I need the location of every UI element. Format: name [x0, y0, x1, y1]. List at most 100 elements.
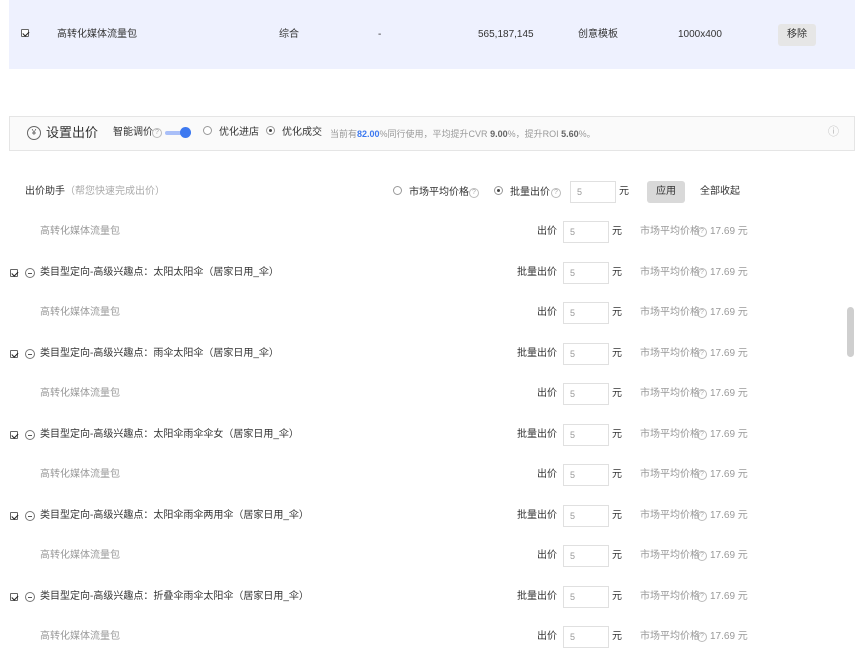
bid-input[interactable]: 5: [563, 302, 609, 324]
row-checkbox[interactable]: [10, 431, 18, 439]
panel-title: 设置出价: [46, 125, 99, 140]
media-name: 高转化媒体流量包: [40, 469, 120, 480]
targeting-name: 类目型定向-高级兴趣点：折叠伞雨伞太阳伞（居家日用_伞）: [40, 591, 309, 602]
row-checkbox[interactable]: [10, 512, 18, 520]
row-checkbox[interactable]: [10, 269, 18, 277]
help-icon[interactable]: ?: [697, 349, 707, 359]
row-dash: -: [378, 29, 382, 40]
toggle-knob[interactable]: [180, 127, 191, 138]
market-price-label: 市场平均价格: [640, 348, 700, 359]
market-price-label: 市场平均价格: [640, 631, 700, 642]
bid-input[interactable]: 5: [563, 424, 609, 446]
bid-input[interactable]: 5: [563, 545, 609, 567]
unit-label: 元: [612, 267, 622, 278]
market-price-value: 17.69 元: [710, 550, 748, 561]
bid-input[interactable]: 5: [563, 343, 609, 365]
targeting-name: 类目型定向-高级兴趣点：太阳太阳伞（居家日用_伞）: [40, 267, 279, 278]
market-price-label: 市场平均价格: [640, 429, 700, 440]
bid-label: 批量出价: [517, 429, 557, 440]
remove-button[interactable]: 移除: [778, 24, 816, 46]
media-name: 高转化媒体流量包: [40, 388, 120, 399]
optimize-deal-label: 优化成交: [282, 127, 322, 138]
help-icon[interactable]: ?: [697, 430, 707, 440]
bid-settings-panel: ¥ 设置出价 智能调价 ? 优化进店 优化成交 当前有82.00%同行使用，平均…: [9, 116, 855, 151]
help-icon[interactable]: ?: [697, 470, 707, 480]
help-icon[interactable]: ?: [697, 551, 707, 561]
bid-input[interactable]: 5: [563, 221, 609, 243]
market-price-label: 市场平均价格: [640, 550, 700, 561]
assistant-label: 出价助手（帮您快速完成出价）: [25, 186, 165, 197]
row-category: 综合: [279, 29, 299, 40]
help-icon[interactable]: ?: [551, 188, 561, 198]
collapse-icon[interactable]: [25, 268, 35, 278]
market-price-label: 市场平均价格: [640, 591, 700, 602]
unit-label: 元: [612, 307, 622, 318]
bid-input[interactable]: 5: [563, 383, 609, 405]
radio-optimize-deal[interactable]: [266, 126, 275, 135]
targeting-name: 类目型定向-高级兴趣点：太阳伞雨伞伞女（居家日用_伞）: [40, 429, 299, 440]
bid-input[interactable]: 5: [563, 505, 609, 527]
collapse-icon[interactable]: [25, 349, 35, 359]
help-icon[interactable]: ?: [697, 308, 707, 318]
assistant-bid-input[interactable]: 5: [570, 181, 616, 203]
market-price-value: 17.69 元: [710, 388, 748, 399]
bid-label: 出价: [537, 469, 557, 480]
help-icon[interactable]: ?: [697, 511, 707, 521]
unit-label: 元: [612, 469, 622, 480]
row-checkbox[interactable]: [10, 593, 18, 601]
unit-label: 元: [619, 186, 629, 197]
help-icon[interactable]: ?: [697, 227, 707, 237]
targeting-name: 类目型定向-高级兴趣点：雨伞太阳伞（居家日用_伞）: [40, 348, 279, 359]
market-price-label: 市场平均价格: [640, 510, 700, 521]
bid-label: 出价: [537, 388, 557, 399]
selected-row: 高转化媒体流量包 综合 - 565,187,145 创意模板 1000x400 …: [9, 0, 855, 69]
collapse-icon[interactable]: [25, 430, 35, 440]
bid-input[interactable]: 5: [563, 626, 609, 648]
market-price-value: 17.69 元: [710, 267, 748, 278]
row-checkbox[interactable]: [21, 29, 29, 37]
media-name: 高转化媒体流量包: [40, 631, 120, 642]
bid-input[interactable]: 5: [563, 464, 609, 486]
row-checkbox[interactable]: [10, 350, 18, 358]
radio-optimize-enter[interactable]: [203, 126, 212, 135]
help-icon[interactable]: ?: [697, 389, 707, 399]
apply-button[interactable]: 应用: [647, 181, 685, 203]
row-number: 565,187,145: [478, 29, 534, 40]
bid-input[interactable]: 5: [563, 262, 609, 284]
market-price-value: 17.69 元: [710, 226, 748, 237]
help-icon[interactable]: ?: [697, 592, 707, 602]
collapse-icon[interactable]: [25, 511, 35, 521]
help-icon[interactable]: ?: [697, 268, 707, 278]
help-icon[interactable]: ?: [152, 128, 162, 138]
collapse-all-link[interactable]: 全部收起: [700, 185, 740, 199]
market-price-value: 17.69 元: [710, 469, 748, 480]
collapse-icon[interactable]: [25, 592, 35, 602]
info-icon[interactable]: ⓘ: [828, 125, 839, 139]
bid-label: 出价: [537, 631, 557, 642]
help-icon[interactable]: ?: [469, 188, 479, 198]
targeting-name: 类目型定向-高级兴趣点：太阳伞雨伞两用伞（居家日用_伞）: [40, 510, 309, 521]
yuan-icon: ¥: [27, 126, 41, 140]
media-name: 高转化媒体流量包: [40, 307, 120, 318]
market-price-value: 17.69 元: [710, 429, 748, 440]
radio-batch-bid[interactable]: [494, 186, 503, 195]
unit-label: 元: [612, 631, 622, 642]
bid-label: 批量出价: [517, 591, 557, 602]
summary-text: 当前有82.00%同行使用，平均提升CVR 9.00%，提升ROI 5.60%。: [330, 129, 596, 139]
bid-label: 出价: [537, 226, 557, 237]
help-icon[interactable]: ?: [697, 632, 707, 642]
batch-bid-label: 批量出价: [510, 187, 550, 198]
market-price-value: 17.69 元: [710, 591, 748, 602]
smart-bid-label: 智能调价: [113, 127, 153, 138]
market-price-label: 市场平均价格: [640, 388, 700, 399]
radio-market-average[interactable]: [393, 186, 402, 195]
unit-label: 元: [612, 388, 622, 399]
scrollbar[interactable]: [847, 307, 854, 357]
bid-input[interactable]: 5: [563, 586, 609, 608]
media-name: 高转化媒体流量包: [40, 226, 120, 237]
market-price-value: 17.69 元: [710, 307, 748, 318]
media-name: 高转化媒体流量包: [40, 550, 120, 561]
unit-label: 元: [612, 429, 622, 440]
row-name: 高转化媒体流量包: [57, 29, 137, 40]
market-price-label: 市场平均价格: [640, 226, 700, 237]
